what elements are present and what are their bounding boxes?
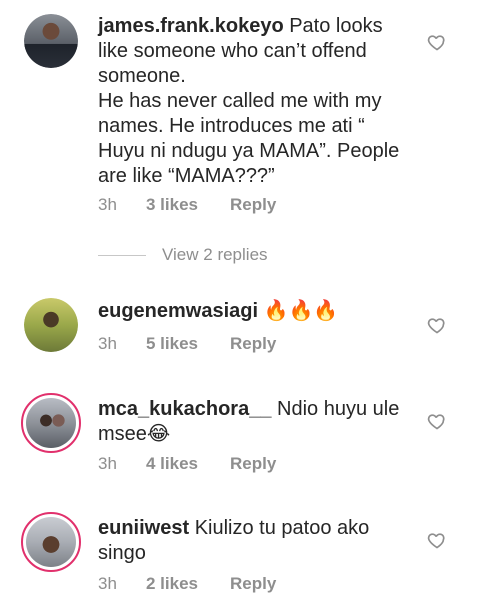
comment-likes[interactable]: 4 likes bbox=[146, 454, 230, 474]
avatar-story-ring[interactable] bbox=[21, 512, 81, 572]
avatar[interactable] bbox=[24, 298, 78, 352]
avatar[interactable] bbox=[24, 14, 78, 68]
comment-time: 3h bbox=[98, 454, 117, 473]
comment-username[interactable]: james.frank.kokeyo bbox=[98, 15, 284, 37]
avatar-image bbox=[26, 398, 76, 448]
comment-meta: 3h 5 likes Reply bbox=[98, 334, 276, 354]
comment-username[interactable]: eugenemwasiagi bbox=[98, 300, 258, 322]
avatar-story-ring[interactable] bbox=[21, 393, 81, 453]
replies-divider bbox=[98, 254, 146, 256]
avatar-image bbox=[24, 14, 78, 68]
comment-text: james.frank.kokeyo Pato looks like someo… bbox=[98, 14, 410, 189]
comment-likes[interactable]: 5 likes bbox=[146, 334, 230, 354]
comment-meta: 3h 2 likes Reply bbox=[98, 574, 276, 594]
view-replies[interactable]: View 2 replies bbox=[98, 245, 268, 265]
view-replies-label[interactable]: View 2 replies bbox=[162, 245, 268, 265]
reply-button[interactable]: Reply bbox=[230, 454, 276, 474]
comment-meta: 3h 4 likes Reply bbox=[98, 454, 276, 474]
avatar-image bbox=[26, 517, 76, 567]
heart-icon[interactable] bbox=[427, 411, 447, 431]
heart-icon[interactable] bbox=[427, 32, 447, 52]
heart-icon[interactable] bbox=[427, 315, 447, 335]
reply-button[interactable]: Reply bbox=[230, 195, 276, 215]
comment-text: eugenemwasiagi 🔥🔥🔥 bbox=[98, 299, 410, 324]
reply-button[interactable]: Reply bbox=[230, 574, 276, 594]
reply-button[interactable]: Reply bbox=[230, 334, 276, 354]
comment-time: 3h bbox=[98, 195, 117, 214]
comment-time: 3h bbox=[98, 334, 117, 353]
comment-body: 🔥🔥🔥 bbox=[258, 300, 339, 322]
comment-body: Pato looks like someone who can’t offend… bbox=[98, 15, 400, 187]
comment-likes[interactable]: 3 likes bbox=[146, 195, 230, 215]
comment-text: mca_kukachora__ Ndio huyu ule msee😂 bbox=[98, 397, 410, 447]
heart-icon[interactable] bbox=[427, 530, 447, 550]
comment-likes[interactable]: 2 likes bbox=[146, 574, 230, 594]
avatar-image bbox=[24, 298, 78, 352]
comment-time: 3h bbox=[98, 574, 117, 593]
comment-meta: 3h 3 likes Reply bbox=[98, 195, 276, 215]
comment-username[interactable]: euniiwest bbox=[98, 517, 189, 539]
comment-text: euniiwest Kiulizo tu patoo ako singo bbox=[98, 516, 410, 566]
comment-username[interactable]: mca_kukachora__ bbox=[98, 398, 271, 420]
